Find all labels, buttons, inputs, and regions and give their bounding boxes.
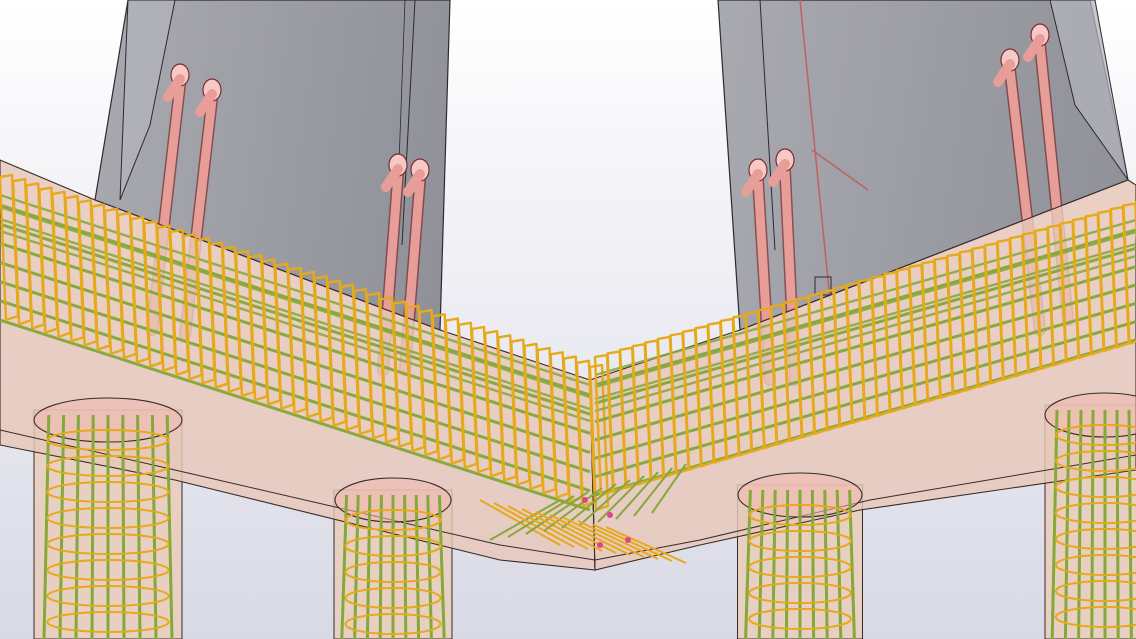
model-viewport[interactable] [0,0,1136,639]
rebar-3d-scene [0,0,1136,639]
